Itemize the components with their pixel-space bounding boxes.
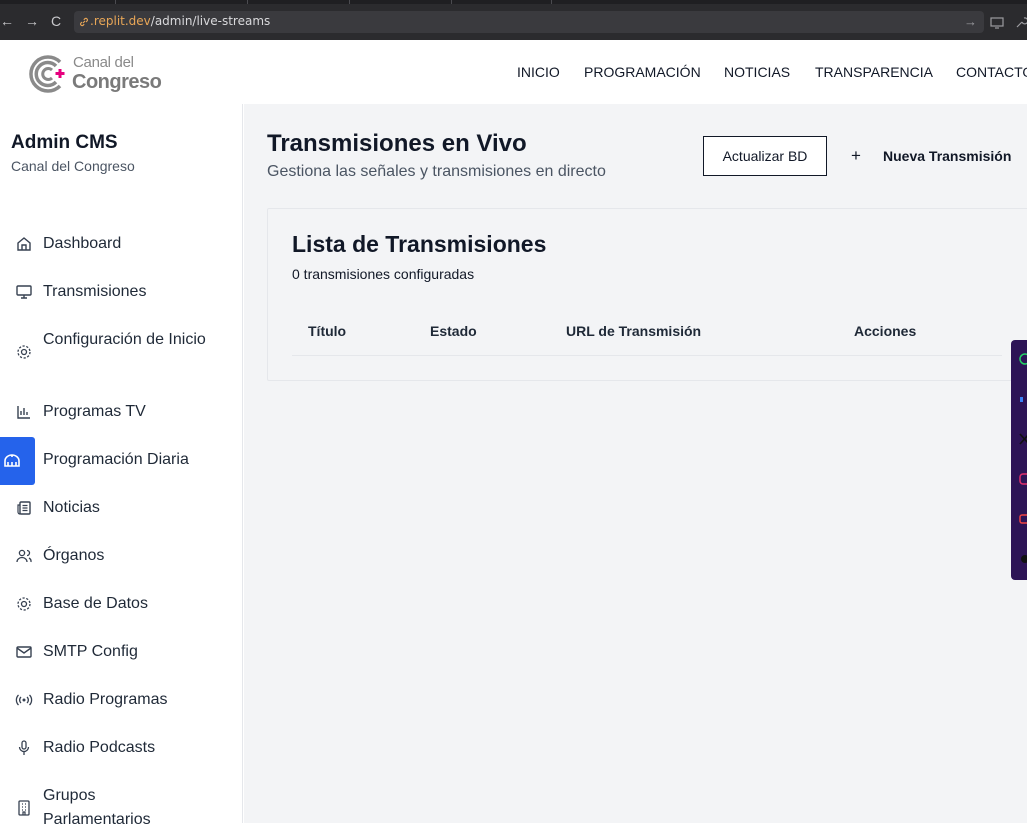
wrench-icon[interactable] [1015, 16, 1027, 29]
sidebar-item-noticias[interactable]: Noticias [0, 496, 242, 520]
sidebar-item-label: Órganos [43, 547, 105, 564]
column-header-estado: Estado [430, 323, 477, 339]
page-title: Transmisiones en Vivo [267, 130, 527, 157]
browser-toolbar: ← → C .replit.dev/admin/live-streams → [0, 4, 1027, 40]
logo-text-small: Canal del [73, 54, 134, 71]
users-icon [16, 549, 32, 563]
sidebar-item-configuracion-inicio[interactable]: Configuración de Inicio [0, 328, 242, 376]
sidebar-item-smtp-config[interactable]: SMTP Config [0, 640, 242, 664]
x-icon[interactable] [1019, 432, 1027, 446]
url-text: .replit.dev/admin/live-streams [90, 14, 270, 28]
go-arrow-icon[interactable]: → [964, 14, 977, 29]
admin-sidebar: Admin CMS Canal del Congreso Dashboard T… [0, 104, 243, 828]
sidebar-item-label: Programación Diaria [43, 451, 189, 468]
youtube-icon[interactable] [1019, 512, 1027, 526]
sidebar-item-radio-programas[interactable]: Radio Programas [0, 688, 242, 712]
mail-icon [16, 646, 32, 658]
bar-chart-icon [17, 406, 30, 419]
sidebar-item-label: Radio Programas [43, 691, 168, 708]
forward-arrow-icon[interactable]: → [25, 13, 39, 29]
newspaper-icon [17, 501, 31, 515]
sidebar-item-label: Transmisiones [43, 283, 147, 300]
radio-waves-icon [15, 694, 33, 706]
url-host: .replit.dev [90, 14, 151, 28]
url-path: /admin/live-streams [150, 14, 271, 28]
new-stream-button[interactable]: + Nueva Transmisión [839, 136, 1019, 176]
table-header-divider [292, 355, 1002, 356]
sidebar-item-radio-podcasts[interactable]: Radio Podcasts [0, 736, 242, 760]
site-logo[interactable]: Canal del Congreso [26, 52, 176, 96]
sidebar-item-label: Radio Podcasts [43, 739, 156, 756]
monitor-icon [16, 285, 32, 299]
page-subtitle: Gestiona las señales y transmisiones en … [267, 163, 606, 180]
building-icon [18, 800, 30, 816]
sidebar-item-label: Programas TV [43, 403, 146, 420]
nav-inicio[interactable]: INICIO [517, 64, 560, 80]
column-header-titulo: Título [308, 323, 347, 339]
column-header-acciones: Acciones [854, 323, 917, 339]
sidebar-item-grupos-parlamentarios[interactable]: Grupos Parlamentarios [0, 784, 242, 832]
logo-text-big: Congreso [72, 71, 162, 93]
canal-congreso-logo-icon [29, 55, 65, 93]
sidebar-item-label: Grupos Parlamentarios [43, 787, 151, 828]
threads-icon[interactable] [1019, 552, 1027, 566]
sidebar-item-programacion-diaria[interactable]: Programación Diaria [0, 448, 242, 472]
nav-programacion[interactable]: PROGRAMACIÓN [584, 64, 701, 80]
instagram-icon[interactable] [1019, 472, 1027, 486]
screen-icon[interactable] [990, 17, 1004, 29]
home-icon [17, 237, 31, 251]
sidebar-title: Admin CMS [11, 132, 118, 153]
sidebar-item-label: Dashboard [43, 235, 122, 252]
sidebar-item-label: Base de Datos [43, 595, 148, 612]
link-icon [80, 17, 88, 27]
facebook-icon[interactable] [1019, 392, 1027, 406]
nav-noticias[interactable]: NOTICIAS [724, 64, 790, 80]
main-content: Transmisiones en Vivo Gestiona las señal… [244, 104, 1027, 823]
sidebar-subtitle: Canal del Congreso [11, 158, 135, 174]
card-title: Lista de Transmisiones [292, 231, 547, 257]
streams-list-card: Lista de Transmisiones 0 transmisiones c… [267, 208, 1027, 381]
settings-gear-icon [17, 345, 31, 359]
nav-transparencia[interactable]: TRANSPARENCIA [815, 64, 933, 80]
sidebar-item-organos[interactable]: Órganos [0, 544, 242, 568]
plus-icon: + [851, 146, 861, 165]
reload-icon[interactable]: C [51, 13, 61, 29]
site-header: Canal del Congreso INICIO PROGRAMACIÓN N… [0, 40, 1027, 104]
social-links-bar [1011, 340, 1027, 580]
sidebar-item-label: SMTP Config [43, 643, 138, 660]
settings-gear-icon [17, 597, 31, 611]
sidebar-item-base-de-datos[interactable]: Base de Datos [0, 592, 242, 616]
back-arrow-icon[interactable]: ← [0, 13, 14, 29]
sidebar-item-transmisiones[interactable]: Transmisiones [0, 280, 242, 304]
microphone-icon [18, 740, 30, 755]
stream-count: 0 transmisiones configuradas [292, 266, 475, 282]
new-stream-label: Nueva Transmisión [883, 148, 1012, 164]
nav-contacto[interactable]: CONTACTO [956, 64, 1027, 80]
sidebar-item-dashboard[interactable]: Dashboard [0, 232, 242, 256]
sidebar-item-label: Configuración de Inicio [43, 331, 206, 348]
refresh-db-button[interactable]: Actualizar BD [703, 136, 827, 176]
whatsapp-icon[interactable] [1019, 352, 1027, 366]
sidebar-item-label: Noticias [43, 499, 100, 516]
sidebar-item-programas-tv[interactable]: Programas TV [0, 400, 242, 424]
column-header-url: URL de Transmisión [566, 323, 702, 339]
